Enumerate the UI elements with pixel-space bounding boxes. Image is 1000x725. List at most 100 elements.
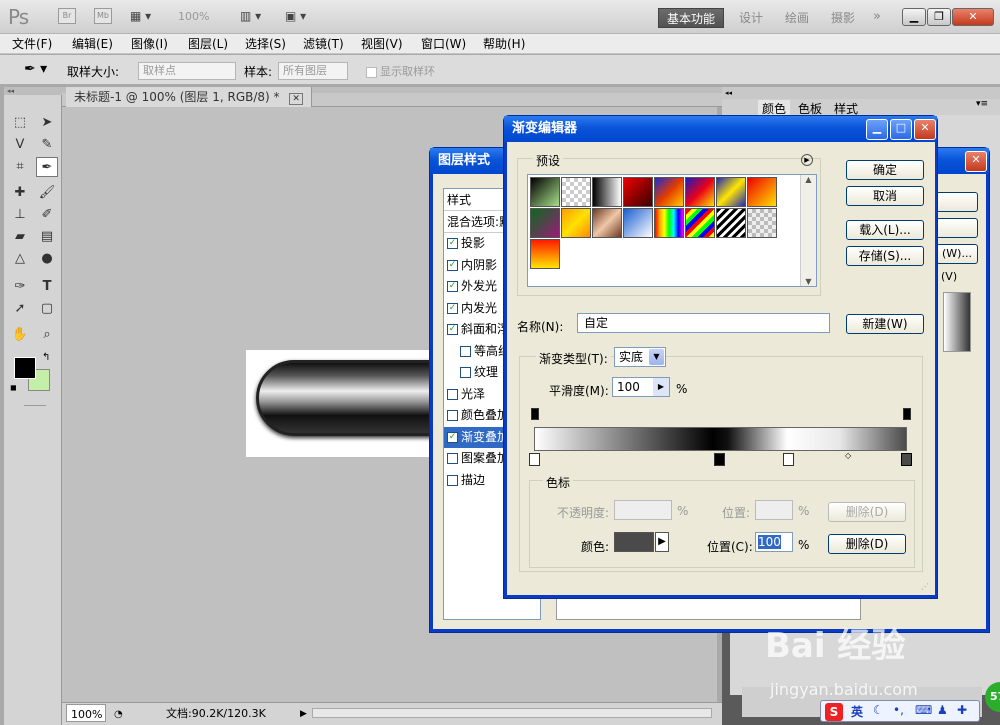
smoothness-arrow-icon[interactable]: ▶	[653, 378, 669, 396]
brush-tool-icon[interactable]: 🖌	[36, 183, 58, 203]
close-tab-icon[interactable]: ✕	[289, 93, 303, 105]
status-info-icon[interactable]: ◔	[114, 705, 123, 725]
minimize-button[interactable]: ▁	[902, 8, 926, 26]
swap-colors-icon[interactable]: ↰	[42, 352, 50, 363]
scroll-up-icon[interactable]: ▲	[801, 175, 816, 184]
eraser-tool-icon[interactable]: ▰	[9, 227, 31, 247]
checkbox-checked-icon[interactable]: ✓	[447, 259, 458, 271]
clone-stamp-icon[interactable]: ⊥	[9, 205, 31, 225]
preset-swatch[interactable]	[685, 208, 715, 238]
preset-swatch[interactable]	[685, 177, 715, 207]
foreground-color-swatch[interactable]	[14, 357, 36, 379]
preset-swatch[interactable]	[747, 208, 777, 238]
arrange-documents-icon[interactable]: ▥ ▾	[240, 9, 261, 23]
menu-window[interactable]: 窗口(W)	[421, 35, 466, 53]
checkbox-icon[interactable]	[447, 388, 458, 400]
gradient-new-button[interactable]: 新建(W)	[846, 314, 924, 334]
midpoint-diamond-icon[interactable]: ◇	[845, 451, 851, 460]
preset-swatch[interactable]	[530, 239, 560, 269]
gradient-preview-bar[interactable]	[534, 427, 907, 451]
checkbox-checked-icon[interactable]: ✓	[447, 238, 458, 249]
show-sampling-ring-checkbox[interactable]: 显示取样环	[366, 63, 435, 79]
opacity-stop-left[interactable]	[531, 408, 539, 420]
gradient-save-button[interactable]: 存储(S)...	[846, 246, 924, 266]
pen-tool-icon[interactable]: ✑	[9, 277, 31, 297]
bridge-icon[interactable]: Br	[58, 8, 76, 24]
opacity-position-input[interactable]	[755, 500, 793, 520]
status-arrow-icon[interactable]: ▶	[300, 704, 307, 724]
sogou-icon[interactable]: S	[825, 703, 843, 721]
preset-swatch[interactable]	[623, 177, 653, 207]
gradient-tool-icon[interactable]: ▤	[36, 227, 58, 247]
hand-tool-icon[interactable]: ✋	[9, 325, 31, 345]
menu-edit[interactable]: 编辑(E)	[72, 35, 113, 53]
ime-skin-icon[interactable]: ✚	[957, 703, 967, 717]
checkbox-icon[interactable]	[460, 345, 471, 357]
close-button[interactable]: ✕	[952, 8, 994, 26]
workspace-photography[interactable]: 摄影	[823, 8, 863, 28]
menu-image[interactable]: 图像(I)	[131, 35, 168, 53]
stop-delete-button[interactable]: 删除(D)	[828, 534, 906, 554]
view-extras-icon[interactable]: ▦ ▾	[130, 9, 164, 25]
ime-keyboard-icon[interactable]: ⌨	[915, 703, 932, 717]
ime-punct-icon[interactable]: •,	[893, 703, 904, 717]
sample-select[interactable]: 所有图层	[278, 62, 348, 80]
blur-tool-icon[interactable]: △	[9, 249, 31, 269]
preset-swatch[interactable]	[592, 177, 622, 207]
scroll-down-icon[interactable]: ▼	[801, 277, 816, 286]
horizontal-scrollbar[interactable]	[312, 708, 712, 718]
minibridge-icon[interactable]: Mb	[94, 8, 112, 24]
checkbox-icon[interactable]	[447, 453, 458, 464]
checkbox-checked-icon[interactable]: ✓	[447, 324, 458, 335]
preset-swatch[interactable]	[716, 177, 746, 207]
checkbox-checked-icon[interactable]: ✓	[447, 281, 458, 292]
presets-grid[interactable]: ▲ ▼	[527, 174, 817, 287]
preset-swatch[interactable]	[561, 208, 591, 238]
menu-file[interactable]: 文件(F)	[12, 35, 52, 53]
workspace-essentials[interactable]: 基本功能	[658, 8, 725, 28]
document-tab[interactable]: 未标题-1 @ 100% (图层 1, RGB/8) * ✕	[66, 87, 312, 107]
more-workspaces-icon[interactable]: »	[873, 9, 881, 24]
layer-style-ok-button[interactable]	[936, 192, 978, 212]
layer-style-preview-label[interactable]: (V)	[941, 270, 957, 283]
menu-layer[interactable]: 图层(L)	[188, 35, 228, 53]
path-select-icon[interactable]: ➚	[9, 299, 31, 319]
right-dock-collapse-icon[interactable]: ◂◂	[722, 87, 1000, 99]
preset-swatch[interactable]	[530, 177, 560, 207]
workspace-painting[interactable]: 绘画	[777, 8, 817, 28]
preset-swatch[interactable]	[747, 177, 777, 207]
menu-view[interactable]: 视图(V)	[361, 35, 403, 53]
ime-user-icon[interactable]: ♟	[937, 703, 948, 717]
dodge-tool-icon[interactable]: ●	[36, 249, 58, 269]
menu-help[interactable]: 帮助(H)	[483, 35, 525, 53]
checkbox-icon[interactable]	[447, 410, 458, 421]
history-brush-icon[interactable]: ✐	[36, 205, 58, 225]
zoom-level[interactable]: 100%	[178, 10, 209, 23]
menu-filter[interactable]: 滤镜(T)	[303, 35, 344, 53]
color-stop-black[interactable]	[714, 453, 725, 466]
quick-select-tool-icon[interactable]: ✎	[36, 135, 58, 155]
presets-menu-icon[interactable]: ▶	[801, 154, 813, 166]
gradient-ok-button[interactable]: 确定	[846, 160, 924, 180]
preset-swatch[interactable]	[623, 208, 653, 238]
menu-select[interactable]: 选择(S)	[245, 35, 286, 53]
type-tool-icon[interactable]: T	[36, 277, 58, 297]
presets-scrollbar[interactable]: ▲ ▼	[800, 175, 816, 286]
opacity-delete-button[interactable]: 删除(D)	[828, 502, 906, 522]
tools-collapse-icon[interactable]: ◂◂	[4, 87, 62, 95]
gradient-close-button[interactable]: ✕	[914, 119, 936, 140]
color-stop-selected[interactable]	[901, 453, 912, 466]
healing-brush-icon[interactable]: ✚	[9, 183, 31, 203]
gradient-type-select[interactable]: 实底 ▼	[614, 347, 666, 367]
checkbox-checked-icon[interactable]: ✓	[447, 431, 458, 443]
zoom-field[interactable]: 100%	[66, 704, 106, 722]
stop-color-menu-icon[interactable]: ▶	[655, 532, 669, 552]
layer-style-close-button[interactable]: ✕	[965, 151, 987, 172]
preset-swatch[interactable]	[654, 177, 684, 207]
marquee-tool-icon[interactable]: ⬚	[9, 113, 31, 133]
stop-position-input[interactable]: 100	[755, 532, 793, 552]
checkbox-icon[interactable]	[447, 474, 458, 486]
screen-mode-icon[interactable]: ▣ ▾	[285, 9, 306, 23]
preset-swatch[interactable]	[592, 208, 622, 238]
zoom-tool-icon[interactable]: ⌕	[36, 325, 58, 345]
